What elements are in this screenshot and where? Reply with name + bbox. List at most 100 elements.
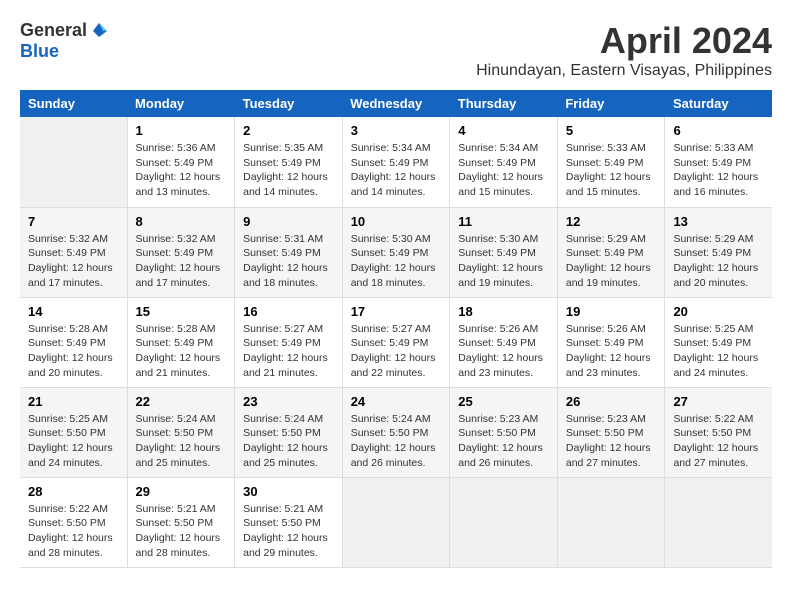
- calendar-cell: 10Sunrise: 5:30 AM Sunset: 5:49 PM Dayli…: [342, 207, 450, 297]
- calendar-cell: 24 Sunrise: 5:24 AM Sunset: 5:50 PM Dayli…: [342, 387, 450, 477]
- calendar-cell: 22Sunrise: 5:24 AM Sunset: 5:50 PM Dayli…: [127, 387, 235, 477]
- day-info: Sunrise: 5:23 AM Sunset: 5:50 PM Dayligh…: [566, 412, 657, 471]
- day-number: 4: [458, 123, 549, 138]
- calendar-cell: 14 Sunrise: 5:28 AM Sunset: 5:49 PM Dayli…: [20, 297, 127, 387]
- day-info: Sunrise: 5:33 AM Sunset: 5:49 PM Dayligh…: [673, 141, 764, 200]
- day-number: 18: [458, 304, 549, 319]
- calendar-cell: 6 Sunrise: 5:33 AM Sunset: 5:49 PM Daylig…: [665, 117, 772, 207]
- calendar-cell: [342, 477, 450, 567]
- calendar-cell: [450, 477, 558, 567]
- day-info: Sunrise: 5:30 AM Sunset: 5:49 PM Dayligh…: [351, 232, 442, 291]
- calendar-cell: 23 Sunrise: 5:24 AM Sunset: 5:50 PM Dayli…: [235, 387, 343, 477]
- calendar-cell: [665, 477, 772, 567]
- day-info: Sunrise: 5:29 AM Sunset: 5:49 PM Dayligh…: [673, 232, 764, 291]
- calendar-cell: 12 Sunrise: 5:29 AM Sunset: 5:49 PM Dayli…: [557, 207, 665, 297]
- day-number: 17: [351, 304, 442, 319]
- day-number: 3: [351, 123, 442, 138]
- calendar-week-row: 7 Sunrise: 5:32 AM Sunset: 5:49 PM Daylig…: [20, 207, 772, 297]
- day-number: 12: [566, 214, 657, 229]
- day-info: Sunrise: 5:28 AM Sunset: 5:49 PM Dayligh…: [136, 322, 227, 381]
- day-info: Sunrise: 5:27 AM Sunset: 5:49 PM Dayligh…: [351, 322, 442, 381]
- day-info: Sunrise: 5:30 AM Sunset: 5:49 PM Dayligh…: [458, 232, 549, 291]
- header-wednesday: Wednesday: [342, 90, 450, 117]
- day-info: Sunrise: 5:32 AM Sunset: 5:49 PM Dayligh…: [28, 232, 119, 291]
- day-number: 11: [458, 214, 549, 229]
- day-number: 20: [673, 304, 764, 319]
- day-info: Sunrise: 5:26 AM Sunset: 5:49 PM Dayligh…: [458, 322, 549, 381]
- calendar-cell: 3Sunrise: 5:34 AM Sunset: 5:49 PM Daylig…: [342, 117, 450, 207]
- day-info: Sunrise: 5:35 AM Sunset: 5:49 PM Dayligh…: [243, 141, 334, 200]
- calendar-cell: 15 Sunrise: 5:28 AM Sunset: 5:49 PM Dayli…: [127, 297, 235, 387]
- day-number: 29: [136, 484, 227, 499]
- calendar-cell: [557, 477, 665, 567]
- logo-blue-text: Blue: [20, 41, 59, 62]
- calendar-table: SundayMondayTuesdayWednesdayThursdayFrid…: [20, 90, 772, 568]
- day-number: 15: [136, 304, 227, 319]
- calendar-week-row: 1 Sunrise: 5:36 AM Sunset: 5:49 PM Daylig…: [20, 117, 772, 207]
- day-info: Sunrise: 5:22 AM Sunset: 5:50 PM Dayligh…: [28, 502, 119, 561]
- day-number: 30: [243, 484, 334, 499]
- calendar-cell: 9Sunrise: 5:31 AM Sunset: 5:49 PM Daylig…: [235, 207, 343, 297]
- day-info: Sunrise: 5:21 AM Sunset: 5:50 PM Dayligh…: [136, 502, 227, 561]
- day-number: 24: [351, 394, 442, 409]
- day-number: 7: [28, 214, 119, 229]
- day-info: Sunrise: 5:24 AM Sunset: 5:50 PM Dayligh…: [243, 412, 334, 471]
- day-number: 2: [243, 123, 334, 138]
- day-number: 14: [28, 304, 119, 319]
- calendar-cell: 1 Sunrise: 5:36 AM Sunset: 5:49 PM Daylig…: [127, 117, 235, 207]
- day-info: Sunrise: 5:33 AM Sunset: 5:49 PM Dayligh…: [566, 141, 657, 200]
- calendar-cell: 30 Sunrise: 5:21 AM Sunset: 5:50 PM Dayli…: [235, 477, 343, 567]
- day-number: 27: [673, 394, 764, 409]
- calendar-week-row: 14 Sunrise: 5:28 AM Sunset: 5:49 PM Dayli…: [20, 297, 772, 387]
- month-title: April 2024: [476, 20, 772, 62]
- day-info: Sunrise: 5:29 AM Sunset: 5:49 PM Dayligh…: [566, 232, 657, 291]
- calendar-cell: 11 Sunrise: 5:30 AM Sunset: 5:49 PM Dayli…: [450, 207, 558, 297]
- calendar-cell: 16 Sunrise: 5:27 AM Sunset: 5:49 PM Dayli…: [235, 297, 343, 387]
- day-info: Sunrise: 5:28 AM Sunset: 5:49 PM Dayligh…: [28, 322, 119, 381]
- calendar-cell: 13 Sunrise: 5:29 AM Sunset: 5:49 PM Dayli…: [665, 207, 772, 297]
- title-area: April 2024 Hinundayan, Eastern Visayas, …: [476, 20, 772, 80]
- day-info: Sunrise: 5:34 AM Sunset: 5:49 PM Dayligh…: [458, 141, 549, 200]
- calendar-week-row: 21 Sunrise: 5:25 AM Sunset: 5:50 PM Dayli…: [20, 387, 772, 477]
- day-info: Sunrise: 5:27 AM Sunset: 5:49 PM Dayligh…: [243, 322, 334, 381]
- logo-icon: [89, 21, 109, 41]
- day-number: 8: [136, 214, 227, 229]
- calendar-cell: 26Sunrise: 5:23 AM Sunset: 5:50 PM Dayli…: [557, 387, 665, 477]
- day-number: 19: [566, 304, 657, 319]
- day-number: 5: [566, 123, 657, 138]
- day-info: Sunrise: 5:24 AM Sunset: 5:50 PM Dayligh…: [351, 412, 442, 471]
- calendar-cell: 28 Sunrise: 5:22 AM Sunset: 5:50 PM Dayli…: [20, 477, 127, 567]
- header-saturday: Saturday: [665, 90, 772, 117]
- header-friday: Friday: [557, 90, 665, 117]
- day-number: 16: [243, 304, 334, 319]
- day-info: Sunrise: 5:25 AM Sunset: 5:49 PM Dayligh…: [673, 322, 764, 381]
- calendar-cell: 8Sunrise: 5:32 AM Sunset: 5:49 PM Daylig…: [127, 207, 235, 297]
- day-number: 21: [28, 394, 119, 409]
- header-thursday: Thursday: [450, 90, 558, 117]
- calendar-cell: [20, 117, 127, 207]
- calendar-cell: 29 Sunrise: 5:21 AM Sunset: 5:50 PM Dayli…: [127, 477, 235, 567]
- calendar-cell: 5 Sunrise: 5:33 AM Sunset: 5:49 PM Daylig…: [557, 117, 665, 207]
- location-title: Hinundayan, Eastern Visayas, Philippines: [476, 62, 772, 80]
- day-number: 13: [673, 214, 764, 229]
- calendar-week-row: 28 Sunrise: 5:22 AM Sunset: 5:50 PM Dayli…: [20, 477, 772, 567]
- day-info: Sunrise: 5:23 AM Sunset: 5:50 PM Dayligh…: [458, 412, 549, 471]
- calendar-cell: 18 Sunrise: 5:26 AM Sunset: 5:49 PM Dayli…: [450, 297, 558, 387]
- day-info: Sunrise: 5:22 AM Sunset: 5:50 PM Dayligh…: [673, 412, 764, 471]
- day-number: 28: [28, 484, 119, 499]
- day-info: Sunrise: 5:36 AM Sunset: 5:49 PM Dayligh…: [136, 141, 227, 200]
- calendar-cell: 4 Sunrise: 5:34 AM Sunset: 5:49 PM Daylig…: [450, 117, 558, 207]
- calendar-cell: 19Sunrise: 5:26 AM Sunset: 5:49 PM Dayli…: [557, 297, 665, 387]
- calendar-cell: 21 Sunrise: 5:25 AM Sunset: 5:50 PM Dayli…: [20, 387, 127, 477]
- day-info: Sunrise: 5:25 AM Sunset: 5:50 PM Dayligh…: [28, 412, 119, 471]
- calendar-cell: 2 Sunrise: 5:35 AM Sunset: 5:49 PM Daylig…: [235, 117, 343, 207]
- day-number: 6: [673, 123, 764, 138]
- day-number: 25: [458, 394, 549, 409]
- day-info: Sunrise: 5:21 AM Sunset: 5:50 PM Dayligh…: [243, 502, 334, 561]
- logo: General Blue: [20, 20, 109, 62]
- day-number: 23: [243, 394, 334, 409]
- day-number: 1: [136, 123, 227, 138]
- header: General Blue April 2024 Hinundayan, East…: [20, 20, 772, 80]
- calendar-cell: 27 Sunrise: 5:22 AM Sunset: 5:50 PM Dayli…: [665, 387, 772, 477]
- calendar-cell: 25 Sunrise: 5:23 AM Sunset: 5:50 PM Dayli…: [450, 387, 558, 477]
